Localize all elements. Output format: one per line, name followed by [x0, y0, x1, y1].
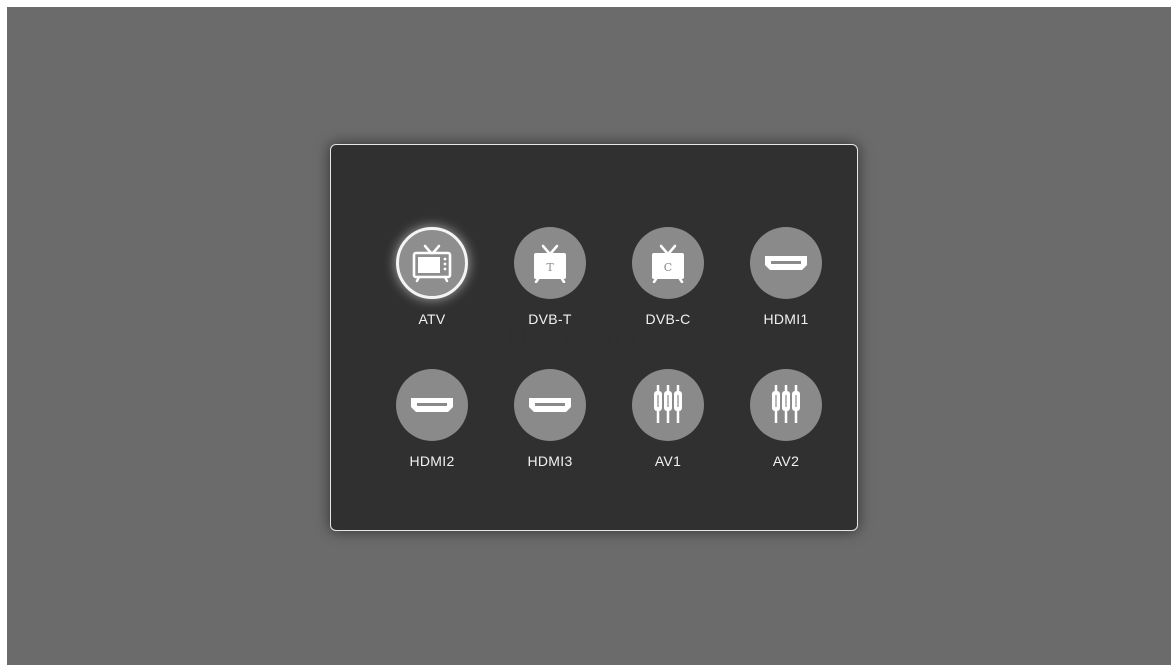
source-label: HDMI2	[409, 453, 455, 469]
source-hdmi3[interactable]: HDMI3	[495, 369, 605, 469]
source-label: AV2	[772, 453, 800, 469]
source-dvb-t[interactable]: T DVB-T	[495, 227, 605, 327]
dvb-t-tv-icon: T	[514, 227, 586, 299]
tv-letter: T	[546, 261, 554, 274]
source-label: DVB-C	[645, 311, 691, 327]
source-hdmi1[interactable]: HDMI1	[731, 227, 841, 327]
source-label: AV1	[654, 453, 682, 469]
source-av2[interactable]: AV2	[731, 369, 841, 469]
analog-tv-icon	[396, 227, 468, 299]
source-dvb-c[interactable]: C DVB-C	[613, 227, 723, 327]
rca-connectors-icon	[632, 369, 704, 441]
hdmi-port-icon	[396, 369, 468, 441]
rca-connectors-icon	[750, 369, 822, 441]
source-label: ATV	[418, 311, 446, 327]
hdmi-port-icon	[750, 227, 822, 299]
source-label: HDMI3	[527, 453, 573, 469]
source-atv[interactable]: ATV	[377, 227, 487, 327]
tv-letter: C	[664, 261, 672, 274]
source-label: DVB-T	[528, 311, 572, 327]
source-label: HDMI1	[763, 311, 809, 327]
source-hdmi2[interactable]: HDMI2	[377, 369, 487, 469]
input-source-dialog: ATV T DVB-T C DVB-C HDMI1 HDMI2 HDMI3 AV…	[330, 144, 858, 531]
hdmi-port-icon	[514, 369, 586, 441]
tv-screen: Нет сигнала ATV	[7, 7, 1171, 665]
source-av1[interactable]: AV1	[613, 369, 723, 469]
dvb-c-tv-icon: C	[632, 227, 704, 299]
